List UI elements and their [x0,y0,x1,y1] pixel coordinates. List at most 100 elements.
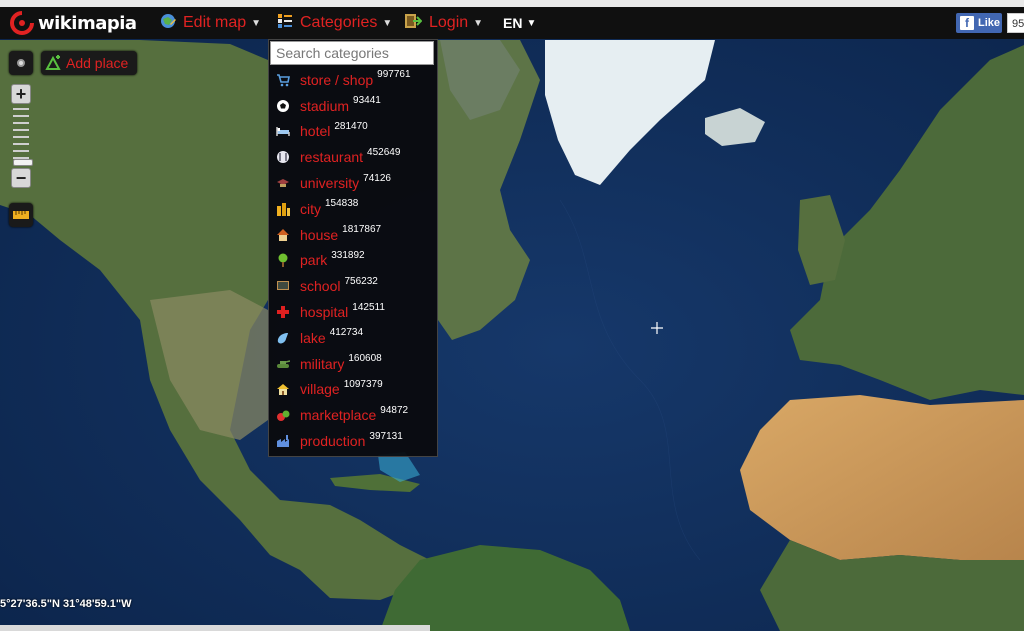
bed-icon [276,124,290,138]
category-label: hospital [300,304,349,321]
browser-strip [0,0,1024,7]
category-item-lake[interactable]: lake 412734 [269,325,437,351]
my-location-button[interactable] [9,51,33,75]
category-item-house[interactable]: house 1817867 [269,222,437,248]
red-cross-icon [276,305,290,319]
category-label: military [300,355,345,372]
cart-icon [276,73,290,87]
category-item-school[interactable]: school 756232 [269,273,437,299]
facebook-like-button[interactable]: f Like [956,13,1002,33]
category-label: hotel [300,123,331,140]
category-item-village[interactable]: village 1097379 [269,377,437,403]
category-label: marketplace [300,407,377,424]
menu-login[interactable]: Login ▼ [404,7,483,39]
language-label: EN [503,15,523,31]
top-navigation-bar: wikimapia Edit map ▼ Categories ▼ Login … [0,7,1024,39]
add-place-button[interactable]: Add place [41,51,137,75]
category-label: school [300,278,341,295]
menu-login-label: Login [429,14,469,31]
category-item-stadium[interactable]: stadium 93441 [269,93,437,119]
edit-map-icon [160,13,176,34]
factory-icon [276,434,290,448]
category-label: restaurant [300,149,364,166]
category-count: 412734 [329,327,364,339]
menu-edit-map[interactable]: Edit map ▼ [160,7,261,39]
category-item-marketplace[interactable]: marketplace 94872 [269,402,437,428]
category-label: stadium [300,97,350,114]
zoom-out-button[interactable]: − [11,168,31,188]
lake-drop-icon [276,331,290,345]
category-count: 1817867 [342,224,382,236]
menu-categories[interactable]: Categories ▼ [277,7,392,39]
zoom-control: + − [9,82,33,190]
blackboard-icon [276,279,290,293]
category-count: 142511 [352,301,385,313]
category-count: 397131 [369,430,403,442]
category-label: village [300,381,340,398]
soccer-ball-icon [276,99,290,113]
chevron-down-icon: ▼ [473,17,484,29]
categories-dropdown: store / shop 997761 stadium 93441 hotel … [268,39,438,457]
browser-bottom-strip [0,625,430,631]
category-label: lake [300,329,326,346]
category-item-university[interactable]: university 74126 [269,170,437,196]
house-icon [276,228,290,242]
satellite-map[interactable] [0,0,1024,631]
category-count: 756232 [344,275,378,287]
zoom-tick [13,108,29,110]
category-count: 160608 [348,353,382,365]
categories-icon [277,13,293,34]
category-label: production [300,433,366,450]
category-item-military[interactable]: military 160608 [269,351,437,377]
category-item-park[interactable]: park 331892 [269,248,437,274]
categories-list: store / shop 997761 stadium 93441 hotel … [269,67,437,454]
category-item-restaurant[interactable]: restaurant 452649 [269,144,437,170]
menu-edit-map-label: Edit map [183,14,247,31]
category-count: 93441 [353,95,381,107]
category-count: 94872 [380,404,409,416]
category-count: 452649 [367,146,401,158]
category-item-city[interactable]: city 154838 [269,196,437,222]
buildings-icon [276,202,290,216]
facebook-like-label: Like [978,17,1001,29]
zoom-in-button[interactable]: + [11,84,31,104]
category-item-hotel[interactable]: hotel 281470 [269,119,437,145]
zoom-tick [13,115,29,117]
zoom-tick [13,129,29,131]
category-count: 281470 [334,120,368,132]
graduation-cap-icon [276,176,290,190]
search-categories-input[interactable] [270,41,434,65]
ruler-icon [13,211,29,219]
facebook-like-count: 95 [1007,13,1024,33]
zoom-slider-track[interactable] [13,106,33,168]
location-dot-icon [17,59,25,67]
zoom-tick [13,122,29,124]
add-place-icon [45,55,61,71]
category-label: city [300,200,321,217]
chevron-down-icon: ▼ [526,17,537,29]
category-item-hospital[interactable]: hospital 142511 [269,299,437,325]
category-label: university [300,175,360,192]
ruler-button[interactable] [9,203,33,227]
brand-name: wikimapia [38,12,137,34]
category-count: 997761 [377,69,411,81]
login-icon [404,13,423,34]
wikimapia-logo[interactable]: wikimapia [10,11,137,35]
category-label: store / shop [300,71,374,88]
language-selector[interactable]: EN ▼ [503,7,536,39]
add-place-label: Add place [66,55,129,71]
tree-icon [276,253,290,268]
wikimapia-logo-icon [10,11,34,35]
category-item-production[interactable]: production 397131 [269,428,437,454]
category-item-store-shop[interactable]: store / shop 997761 [269,67,437,93]
fruit-icon [276,408,290,422]
category-count: 74126 [363,172,391,184]
menu-categories-label: Categories [300,14,378,31]
cursor-coordinates: 5°27'36.5"N 31°48'59.1"W [0,598,132,610]
plate-icon [276,150,290,164]
zoom-tick [13,150,29,152]
category-count: 154838 [325,198,359,210]
zoom-slider-handle[interactable] [13,159,33,166]
zoom-tick [13,143,29,145]
category-label: park [300,252,328,269]
